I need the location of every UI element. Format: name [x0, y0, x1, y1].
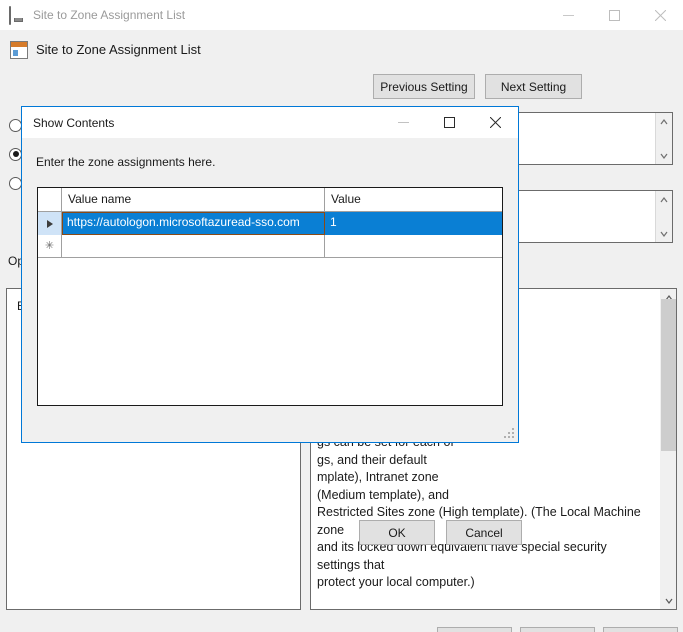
previous-setting-button[interactable]: Previous Setting	[373, 74, 475, 99]
dialog-titlebar: Show Contents	[22, 107, 518, 138]
main-ok-button[interactable]: OK	[437, 627, 512, 632]
chevron-up-icon[interactable]	[660, 113, 668, 130]
main-window-titlebar: Site to Zone Assignment List	[0, 0, 683, 30]
table-row[interactable]: https://autologon.microsoftazuread-sso.c…	[38, 212, 502, 235]
table-row[interactable]: ✳	[38, 235, 502, 258]
main-maximize-button[interactable]	[591, 0, 637, 30]
main-cancel-button[interactable]: Cancel	[520, 627, 595, 632]
show-contents-dialog: Show Contents Enter the zone assignments…	[21, 106, 522, 545]
dialog-minimize-button	[380, 107, 426, 137]
supported-scrollbar[interactable]	[655, 191, 672, 242]
grid-header-value: Value	[331, 192, 361, 206]
page-title: Site to Zone Assignment List	[36, 42, 201, 57]
row-arrow-icon	[38, 212, 62, 235]
chevron-up-icon[interactable]	[660, 191, 668, 208]
next-setting-button[interactable]: Next Setting	[485, 74, 582, 99]
grid-header-selector	[38, 188, 62, 211]
app-root: Site to Zone Assignment List Site to Zon…	[0, 0, 683, 632]
chevron-down-icon[interactable]	[660, 592, 677, 609]
main-minimize-button[interactable]	[545, 0, 591, 30]
main-window-title: Site to Zone Assignment List	[33, 8, 186, 22]
window-monitor-icon	[9, 6, 25, 25]
zone-assignment-grid[interactable]: Value name Value https://autologon.micro…	[37, 187, 503, 406]
help-scroll-thumb[interactable]	[661, 299, 676, 451]
cell-value[interactable]	[325, 235, 502, 257]
main-window-controls	[545, 0, 683, 30]
cell-value[interactable]: 1	[325, 212, 502, 235]
comment-scrollbar[interactable]	[655, 113, 672, 164]
grid-empty-area	[38, 258, 502, 405]
new-row-star-icon: ✳	[38, 235, 62, 257]
policy-setting-icon	[10, 41, 28, 59]
chevron-down-icon[interactable]	[660, 147, 668, 164]
dialog-close-button[interactable]	[472, 107, 518, 137]
grid-header-row: Value name Value	[38, 188, 502, 212]
resize-grip[interactable]	[504, 428, 515, 439]
chevron-down-icon[interactable]	[660, 225, 668, 242]
dialog-instruction: Enter the zone assignments here.	[36, 155, 216, 169]
dialog-cancel-button[interactable]: Cancel	[446, 520, 522, 545]
dialog-window-controls	[380, 107, 518, 138]
dialog-ok-button[interactable]: OK	[359, 520, 435, 545]
dialog-title: Show Contents	[33, 115, 115, 130]
cell-value-name[interactable]: https://autologon.microsoftazuread-sso.c…	[62, 212, 325, 235]
dialog-maximize-button[interactable]	[426, 107, 472, 137]
grid-header-value-name: Value name	[62, 188, 325, 211]
main-apply-button[interactable]: Apply	[603, 627, 678, 632]
cell-value-name[interactable]	[62, 235, 325, 257]
main-close-button[interactable]	[637, 0, 683, 30]
help-scrollbar[interactable]	[659, 289, 676, 609]
